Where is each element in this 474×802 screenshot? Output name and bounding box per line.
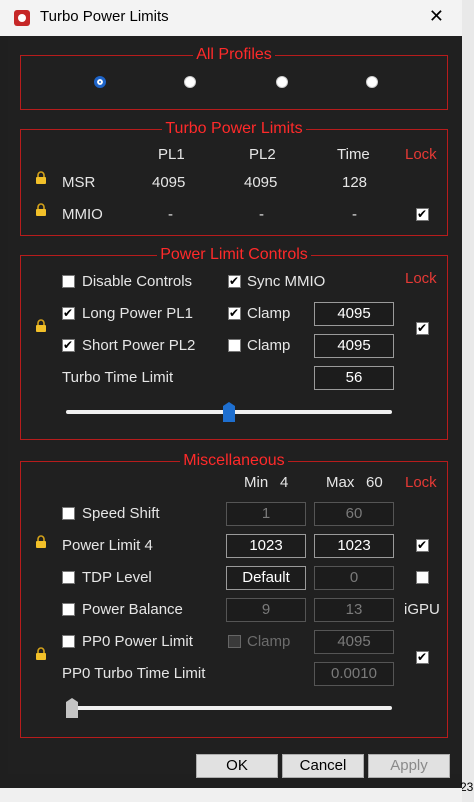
- controls-lock-icon[interactable]: [34, 319, 48, 333]
- pp0-clamp-label: Clamp: [247, 633, 291, 650]
- controls-lock-label: Lock: [405, 270, 437, 287]
- mmio-time: -: [352, 206, 357, 223]
- disable-controls-checkbox[interactable]: [62, 275, 75, 288]
- col-pl2: PL2: [249, 146, 276, 163]
- window-title: Turbo Power Limits: [40, 8, 169, 25]
- power-balance-max-input[interactable]: 13: [314, 598, 394, 622]
- msr-pl2: 4095: [244, 174, 278, 191]
- all-profiles-group: All Profiles: [20, 46, 448, 110]
- controls-legend: Power Limit Controls: [160, 246, 308, 263]
- pp0-turbo-time-limit-input[interactable]: 0.0010: [314, 662, 394, 686]
- power-balance-checkbox[interactable]: [62, 603, 75, 616]
- pp0-turbo-time-slider[interactable]: [66, 696, 392, 720]
- msr-pl1: 4095: [152, 174, 186, 191]
- tdp-level-select[interactable]: Default: [226, 566, 306, 590]
- max-label: Max: [326, 474, 355, 491]
- profile-radio-1[interactable]: [94, 76, 106, 88]
- pp0-turbo-time-limit-label: PP0 Turbo Time Limit: [62, 665, 206, 682]
- controls-lock-checkbox[interactable]: [416, 322, 429, 335]
- mmio-pl1: -: [168, 206, 173, 223]
- apply-button[interactable]: Apply: [368, 754, 450, 778]
- short-pl2-checkbox[interactable]: [62, 339, 75, 352]
- misc-legend: Miscellaneous: [183, 452, 285, 469]
- dialog-body: All Profiles Turbo Power Limits PL1 PL2 …: [8, 36, 462, 778]
- tdp-lock-checkbox[interactable]: [416, 571, 429, 584]
- msr-lock-icon[interactable]: [34, 171, 48, 185]
- disable-controls-label: Disable Controls: [82, 273, 193, 290]
- tdp-level-label: TDP Level: [82, 569, 152, 586]
- power-balance-label: Power Balance: [82, 601, 183, 618]
- pl4-max-input[interactable]: 1023: [314, 534, 394, 558]
- all-profiles-legend: All Profiles: [196, 46, 272, 63]
- min-value: 4: [280, 474, 289, 491]
- msr-time: 128: [342, 174, 368, 191]
- speed-shift-checkbox[interactable]: [62, 507, 75, 520]
- pp0-power-limit-checkbox[interactable]: [62, 635, 75, 648]
- pp0-clamp-checkbox[interactable]: [228, 635, 241, 648]
- mmio-lock-icon[interactable]: [34, 203, 48, 217]
- col-pl1: PL1: [158, 146, 185, 163]
- msr-label: MSR: [62, 174, 96, 191]
- tdp-level-checkbox[interactable]: [62, 571, 75, 584]
- pl4-min-input[interactable]: 1023: [226, 534, 306, 558]
- profile-radio-3[interactable]: [276, 76, 288, 88]
- pp0-lock-checkbox[interactable]: [416, 651, 429, 664]
- ok-button[interactable]: OK: [196, 754, 278, 778]
- short-clamp-label: Clamp: [247, 337, 291, 354]
- speed-shift-min-input[interactable]: 1: [226, 502, 306, 526]
- max-value: 60: [366, 474, 383, 491]
- min-label: Min: [244, 474, 269, 491]
- close-icon[interactable]: ✕: [429, 6, 444, 27]
- long-clamp-checkbox[interactable]: [228, 307, 241, 320]
- mmio-pl2: -: [259, 206, 264, 223]
- sync-mmio-checkbox[interactable]: [228, 275, 241, 288]
- profile-radio-4[interactable]: [366, 76, 378, 88]
- short-pl2-label: Short Power PL2: [82, 337, 196, 354]
- speed-shift-max-input[interactable]: 60: [314, 502, 394, 526]
- long-pl1-label: Long Power PL1: [82, 305, 193, 322]
- profile-radio-2[interactable]: [184, 76, 196, 88]
- speed-shift-label: Speed Shift: [82, 505, 160, 522]
- tdp-level-max-input[interactable]: 0: [314, 566, 394, 590]
- long-pl1-checkbox[interactable]: [62, 307, 75, 320]
- short-clamp-checkbox[interactable]: [228, 339, 241, 352]
- pp0-turbo-time-slider-thumb[interactable]: [66, 698, 78, 718]
- background-window-edge: 23: [460, 0, 474, 802]
- cancel-button[interactable]: Cancel: [282, 754, 364, 778]
- mmio-lock-checkbox[interactable]: [416, 208, 429, 221]
- long-pl1-input[interactable]: 4095: [314, 302, 394, 326]
- power-limit-4-label: Power Limit 4: [62, 537, 153, 554]
- long-clamp-label: Clamp: [247, 305, 291, 322]
- pp0-power-limit-label: PP0 Power Limit: [82, 633, 193, 650]
- turbo-time-limit-label: Turbo Time Limit: [62, 369, 174, 386]
- turbo-lock-label: Lock: [405, 146, 437, 163]
- turbo-time-slider-thumb[interactable]: [223, 402, 235, 422]
- misc-lock-label: Lock: [405, 474, 437, 491]
- edge-number: 23: [460, 780, 474, 794]
- col-time: Time: [337, 146, 370, 163]
- turbo-legend: Turbo Power Limits: [165, 120, 303, 137]
- pp0-power-limit-input[interactable]: 4095: [314, 630, 394, 654]
- sync-mmio-label: Sync MMIO: [247, 273, 326, 290]
- igpu-label: iGPU: [404, 601, 440, 618]
- app-icon: [14, 10, 30, 26]
- pp0-lock-icon[interactable]: [34, 647, 48, 661]
- pl4-lock-icon[interactable]: [34, 535, 48, 549]
- title-bar: Turbo Power Limits ✕: [0, 0, 462, 36]
- short-pl2-input[interactable]: 4095: [314, 334, 394, 358]
- turbo-time-slider[interactable]: [66, 400, 392, 424]
- pp0-turbo-time-slider-track: [66, 706, 392, 710]
- pl4-lock-checkbox[interactable]: [416, 539, 429, 552]
- power-balance-min-input[interactable]: 9: [226, 598, 306, 622]
- turbo-time-limit-input[interactable]: 56: [314, 366, 394, 390]
- taskbar: [0, 788, 462, 802]
- mmio-label: MMIO: [62, 206, 103, 223]
